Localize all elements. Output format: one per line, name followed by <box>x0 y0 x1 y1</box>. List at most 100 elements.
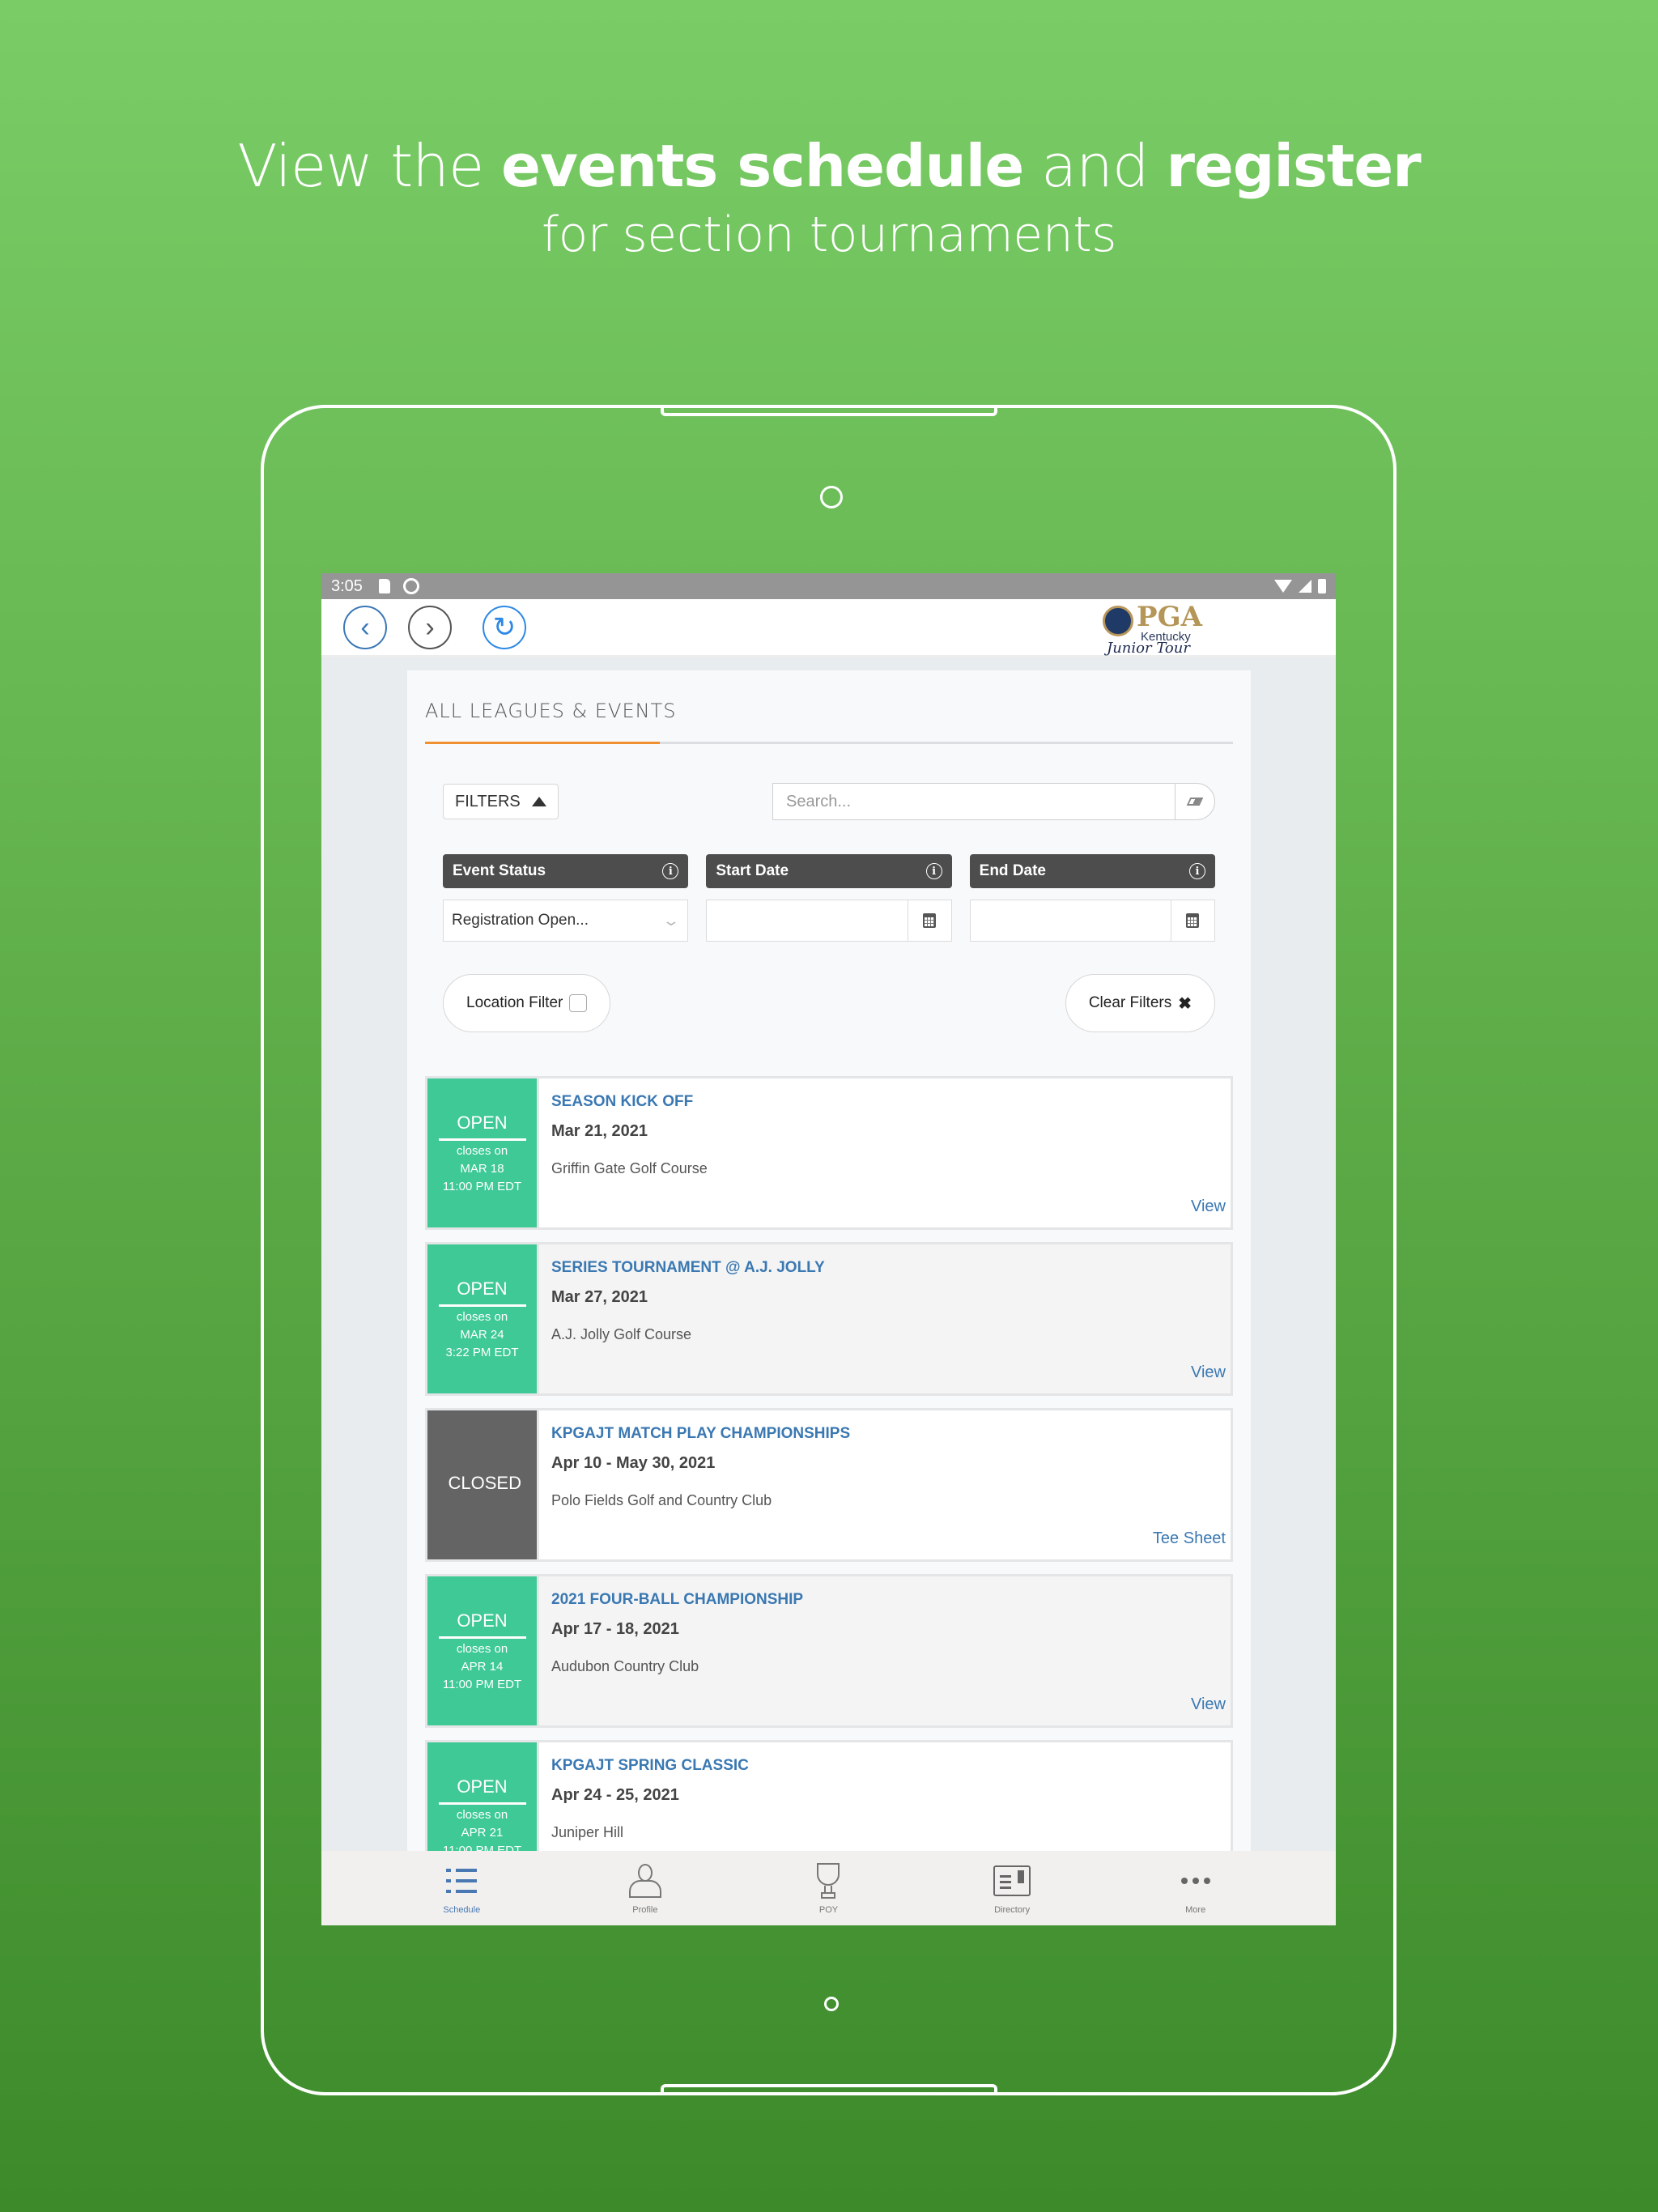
app-screen: 3:05 ‹ › ↻ PGA Kentucky Junior Tour ALL … <box>321 573 1336 1925</box>
tab-label: More <box>1185 1905 1206 1915</box>
event-card[interactable]: CLOSED KPGAJT MATCH PLAY CHAMPIONSHIPS A… <box>425 1408 1233 1562</box>
event-venue: A.J. Jolly Golf Course <box>551 1326 692 1342</box>
closes-label: closes on <box>456 1807 508 1822</box>
end-date-picker-button[interactable] <box>1170 900 1214 941</box>
info-icon[interactable]: i <box>662 863 679 879</box>
filter-actions: Location Filter Clear Filters ✖ <box>425 974 1233 1032</box>
end-date-input[interactable] <box>969 900 1215 942</box>
pga-kentucky-logo: PGA Kentucky Junior Tour <box>1103 601 1216 657</box>
calendar-icon <box>923 913 937 928</box>
status-label: OPEN <box>438 1111 526 1141</box>
close-icon: ✖ <box>1178 994 1192 1013</box>
event-date: Apr 24 - 25, 2021 <box>551 1786 679 1804</box>
filter-label: Start Date <box>716 862 789 879</box>
forward-button[interactable]: › <box>408 605 452 649</box>
registration-status-badge: OPEN closes on MAR 24 3:22 PM EDT <box>427 1244 537 1393</box>
registration-status-badge: OPEN closes on APR 14 11:00 PM EDT <box>427 1576 537 1725</box>
closes-date: APR 14 <box>461 1659 504 1674</box>
closes-label: closes on <box>456 1143 508 1158</box>
start-date-picker-button[interactable] <box>907 900 951 941</box>
sd-card-icon <box>378 579 390 593</box>
event-date: Mar 27, 2021 <box>551 1288 648 1306</box>
wifi-icon <box>1274 580 1292 593</box>
closes-label: closes on <box>456 1309 508 1324</box>
view-link[interactable]: View <box>1191 1197 1226 1216</box>
registration-status-badge: CLOSED <box>427 1410 537 1559</box>
logo-brand: PGA <box>1137 601 1202 633</box>
filter-header: Event Status i <box>443 854 689 888</box>
filter-header: Start Date i <box>706 854 952 888</box>
filter-toolbar: FILTERS Search... <box>425 781 1233 822</box>
tab-directory[interactable]: Directory <box>963 1861 1061 1915</box>
chevron-down-icon: ⌄ <box>662 912 681 929</box>
title-divider <box>425 742 1233 744</box>
tab-schedule[interactable]: Schedule <box>413 1861 510 1915</box>
status-time: 3:05 <box>331 576 363 595</box>
clear-search-button[interactable] <box>1175 783 1215 820</box>
clear-filters-label: Clear Filters <box>1088 994 1172 1011</box>
trophy-icon <box>810 1861 846 1900</box>
closes-date: APR 21 <box>461 1825 504 1840</box>
filter-label: Event Status <box>453 862 546 879</box>
event-card[interactable]: OPEN closes on MAR 18 11:00 PM EDT SEASO… <box>425 1076 1233 1230</box>
filters-toggle-button[interactable]: FILTERS <box>443 784 559 819</box>
location-filter-checkbox[interactable] <box>569 994 588 1012</box>
event-status-filter: Event Status i Registration Open... ⌄ <box>443 854 689 942</box>
event-name[interactable]: KPGAJT MATCH PLAY CHAMPIONSHIPS <box>551 1425 1218 1443</box>
clear-filters-button[interactable]: Clear Filters ✖ <box>1065 974 1215 1032</box>
headline-line-1: View the events schedule and register <box>0 130 1658 202</box>
search-input[interactable]: Search... <box>772 783 1175 820</box>
event-name[interactable]: KPGAJT SPRING CLASSIC <box>551 1757 1218 1775</box>
title-accent-underline <box>425 742 660 744</box>
info-icon[interactable]: i <box>1188 863 1205 879</box>
status-label: OPEN <box>438 1277 526 1307</box>
view-link[interactable]: View <box>1191 1695 1226 1714</box>
event-status-select[interactable]: Registration Open... ⌄ <box>443 900 689 942</box>
closes-time: 3:22 PM EDT <box>445 1345 519 1359</box>
search-box: Search... <box>772 783 1215 820</box>
list-icon <box>446 1861 478 1900</box>
cell-signal-icon <box>1299 580 1312 593</box>
bottom-tab-bar: Schedule Profile POY Directory More <box>321 1851 1336 1925</box>
headline-bold-register: register <box>1166 132 1422 200</box>
event-date: Apr 10 - May 30, 2021 <box>551 1454 716 1472</box>
tab-poy[interactable]: POY <box>780 1861 877 1915</box>
closes-time: 11:00 PM EDT <box>442 1677 522 1691</box>
event-card[interactable]: OPEN closes on MAR 24 3:22 PM EDT SERIES… <box>425 1242 1233 1396</box>
logo-subtitle: Junior Tour <box>1107 640 1190 657</box>
event-name[interactable]: SEASON KICK OFF <box>551 1093 1218 1111</box>
filter-header: End Date i <box>969 854 1215 888</box>
closes-date: MAR 24 <box>460 1327 504 1342</box>
tab-profile[interactable]: Profile <box>597 1861 694 1915</box>
location-filter-toggle[interactable]: Location Filter <box>443 974 611 1032</box>
tablet-camera <box>820 486 843 508</box>
tee-sheet-link[interactable]: Tee Sheet <box>1153 1529 1226 1548</box>
reload-button[interactable]: ↻ <box>483 605 526 649</box>
tab-label: Schedule <box>443 1905 481 1915</box>
tab-more[interactable]: More <box>1147 1861 1244 1915</box>
battery-icon <box>1318 579 1326 593</box>
info-icon[interactable]: i <box>925 863 942 879</box>
status-bar: 3:05 <box>321 573 1336 599</box>
event-name[interactable]: 2021 FOUR-BALL CHAMPIONSHIP <box>551 1591 1218 1609</box>
reload-icon: ↻ <box>492 611 517 643</box>
chevron-right-icon: › <box>425 611 435 643</box>
location-filter-label: Location Filter <box>466 994 563 1011</box>
calendar-icon <box>1186 913 1200 928</box>
event-card[interactable]: OPEN closes on APR 14 11:00 PM EDT 2021 … <box>425 1574 1233 1728</box>
status-icons <box>1274 579 1326 593</box>
event-venue: Polo Fields Golf and Country Club <box>551 1492 772 1508</box>
tablet-bottom-button <box>661 2084 997 2095</box>
view-link[interactable]: View <box>1191 1363 1226 1382</box>
event-date: Mar 21, 2021 <box>551 1122 648 1140</box>
start-date-input[interactable] <box>706 900 952 942</box>
event-list: OPEN closes on MAR 18 11:00 PM EDT SEASO… <box>425 1076 1233 1894</box>
event-name[interactable]: SERIES TOURNAMENT @ A.J. JOLLY <box>551 1259 1218 1277</box>
event-date: Apr 17 - 18, 2021 <box>551 1620 679 1638</box>
back-button[interactable]: ‹ <box>343 605 387 649</box>
sync-icon <box>402 578 419 594</box>
tab-label: Directory <box>994 1905 1031 1915</box>
select-value: Registration Open... <box>452 912 589 929</box>
status-label: CLOSED <box>448 1473 521 1493</box>
tab-label: Profile <box>632 1905 658 1915</box>
